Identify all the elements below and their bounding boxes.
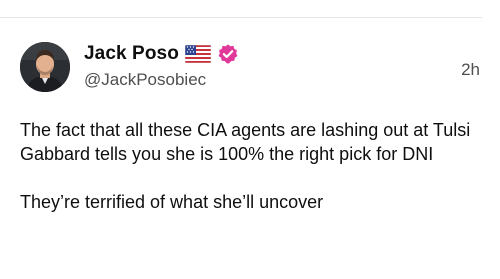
user-handle[interactable]: @JackPosobiec	[84, 70, 206, 90]
post-timestamp[interactable]: 2h	[461, 60, 480, 80]
post-paragraph: The fact that all these CIA agents are l…	[20, 120, 471, 164]
post-card[interactable]: Jack Poso @JackPosobiec 2h The fact that…	[0, 0, 500, 279]
name-row: Jack Poso	[84, 42, 239, 66]
post-header: Jack Poso @JackPosobiec 2h	[84, 42, 480, 92]
avatar-image	[20, 42, 70, 92]
display-name[interactable]: Jack Poso	[84, 43, 179, 65]
verified-icon[interactable]	[217, 43, 239, 65]
avatar[interactable]	[20, 42, 70, 92]
us-flag-icon	[184, 44, 212, 64]
post-body: The fact that all these CIA agents are l…	[20, 118, 490, 214]
post-paragraph: They’re terrified of what she’ll uncover	[20, 192, 324, 212]
